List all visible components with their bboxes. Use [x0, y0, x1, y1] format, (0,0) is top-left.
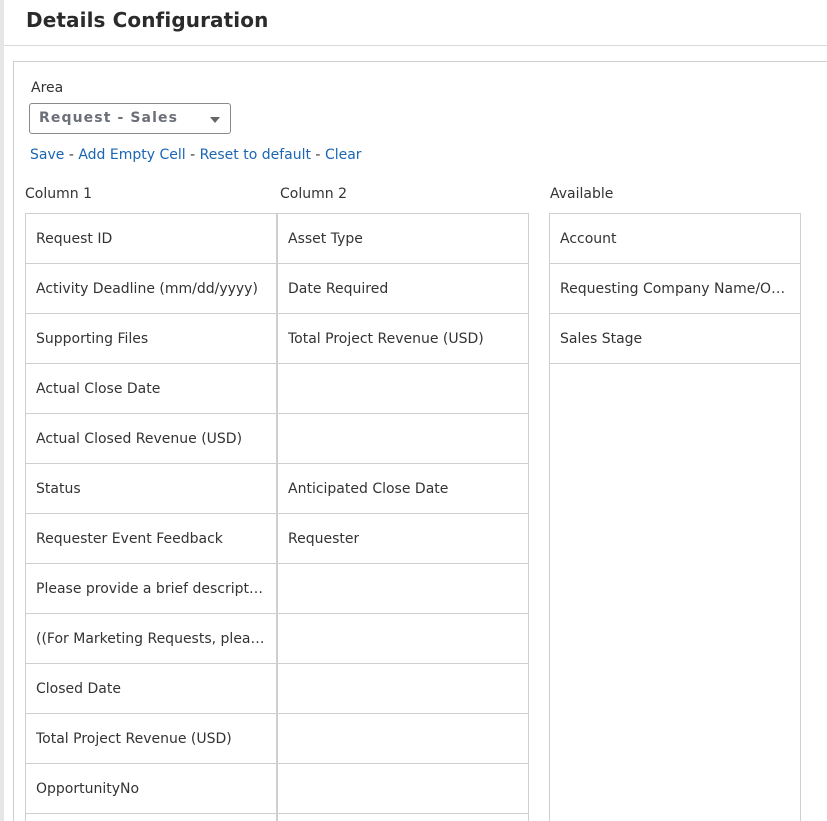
reset-to-default-link[interactable]: Reset to default	[200, 147, 311, 163]
field-cell[interactable]: Supporting Files	[26, 314, 276, 364]
column-2-header: Column 2	[280, 186, 347, 202]
field-cell[interactable]: Requester Event Feedback	[26, 514, 276, 564]
details-config-panel: Area Request - Sales Save - Add Empty Ce…	[13, 61, 827, 821]
field-cell-label: Anticipated Close Date	[288, 480, 449, 497]
field-cell[interactable]: Total Project Revenue (USD)	[278, 314, 528, 364]
field-cell-label: Total Project Revenue (USD)	[288, 330, 484, 347]
field-cell-label: ((For Marketing Requests, please …	[36, 630, 266, 647]
available-list: Account Requesting Company Name/Opp… Sales…	[549, 213, 801, 821]
empty-cell[interactable]	[278, 614, 528, 664]
add-empty-cell-link[interactable]: Add Empty Cell	[78, 147, 185, 163]
column-1-list: Request ID Activity Deadline (mm/dd/yyyy)…	[25, 213, 277, 821]
column-2-list: Asset Type Date Required Total Project Rev…	[277, 213, 529, 821]
field-cell-label: Account	[560, 230, 617, 247]
field-cell[interactable]: Status	[26, 464, 276, 514]
field-cell-label: Supporting Files	[36, 330, 149, 347]
area-select-value: Request - Sales	[39, 110, 178, 126]
field-cell[interactable]: Asset Type	[278, 214, 528, 264]
field-cell[interactable]: Anticipated Close Date	[278, 464, 528, 514]
field-cell[interactable]: Actual Close Date	[26, 364, 276, 414]
field-cell[interactable]: Requesting Company Name/Opp…	[550, 264, 800, 314]
field-cell[interactable]: Date Required	[278, 264, 528, 314]
page-title: Details Configuration	[26, 8, 269, 32]
header: Details Configuration	[4, 0, 827, 46]
empty-cell[interactable]	[278, 564, 528, 614]
field-cell[interactable]: Actual Closed Revenue (USD)	[26, 414, 276, 464]
field-cell[interactable]: Sales Stage	[550, 314, 800, 364]
clear-link[interactable]: Clear	[325, 147, 362, 163]
chevron-down-icon	[210, 117, 220, 123]
empty-cell[interactable]	[278, 764, 528, 814]
field-cell-label: Sales Stage	[560, 330, 643, 347]
field-cell-label: Closed Date	[36, 680, 121, 697]
field-cell-label: OpportunityNo	[36, 780, 140, 797]
field-cell[interactable]: Request ID	[26, 214, 276, 264]
separator: -	[68, 147, 74, 163]
field-cell[interactable]: Requester	[278, 514, 528, 564]
empty-cell[interactable]	[278, 664, 528, 714]
area-select[interactable]: Request - Sales	[29, 103, 231, 134]
field-cell-label: Date Required	[288, 280, 389, 297]
field-cell-label: Request ID	[36, 230, 113, 247]
field-cell[interactable]: OpportunityNo	[26, 764, 276, 814]
field-cell-label: Actual Closed Revenue (USD)	[36, 430, 243, 447]
separator: -	[315, 147, 321, 163]
page: Details Configuration Area Request - Sal…	[0, 0, 827, 821]
field-cell[interactable]: Please provide a brief description…	[26, 564, 276, 614]
field-cell[interactable]: Activity Deadline (mm/dd/yyyy)	[26, 264, 276, 314]
empty-cell[interactable]	[278, 714, 528, 764]
field-cell-label: Asset Type	[288, 230, 363, 247]
field-cell-label: Please provide a brief description…	[36, 580, 266, 597]
field-cell[interactable]: Total Project Revenue (USD)	[26, 714, 276, 764]
column-1-header: Column 1	[25, 186, 92, 202]
field-cell[interactable]: Account	[550, 214, 800, 264]
field-cell[interactable]: ((For Marketing Requests, please …	[26, 614, 276, 664]
field-cell-label: Total Project Revenue (USD)	[36, 730, 232, 747]
field-cell-label: Status	[36, 480, 81, 497]
available-header: Available	[550, 186, 614, 202]
action-links: Save - Add Empty Cell - Reset to default…	[30, 147, 362, 163]
save-link[interactable]: Save	[30, 147, 64, 163]
field-cell[interactable]: Closed Date	[26, 664, 276, 714]
field-cell-label: Activity Deadline (mm/dd/yyyy)	[36, 280, 258, 297]
empty-cell[interactable]	[278, 364, 528, 414]
empty-cell[interactable]	[278, 414, 528, 464]
field-cell-label: Requester Event Feedback	[36, 530, 223, 547]
field-cell-label: Requesting Company Name/Opp…	[560, 280, 790, 297]
separator: -	[190, 147, 196, 163]
field-cell-label: Requester	[288, 530, 360, 547]
field-cell-label: Actual Close Date	[36, 380, 161, 397]
area-label: Area	[31, 80, 64, 96]
